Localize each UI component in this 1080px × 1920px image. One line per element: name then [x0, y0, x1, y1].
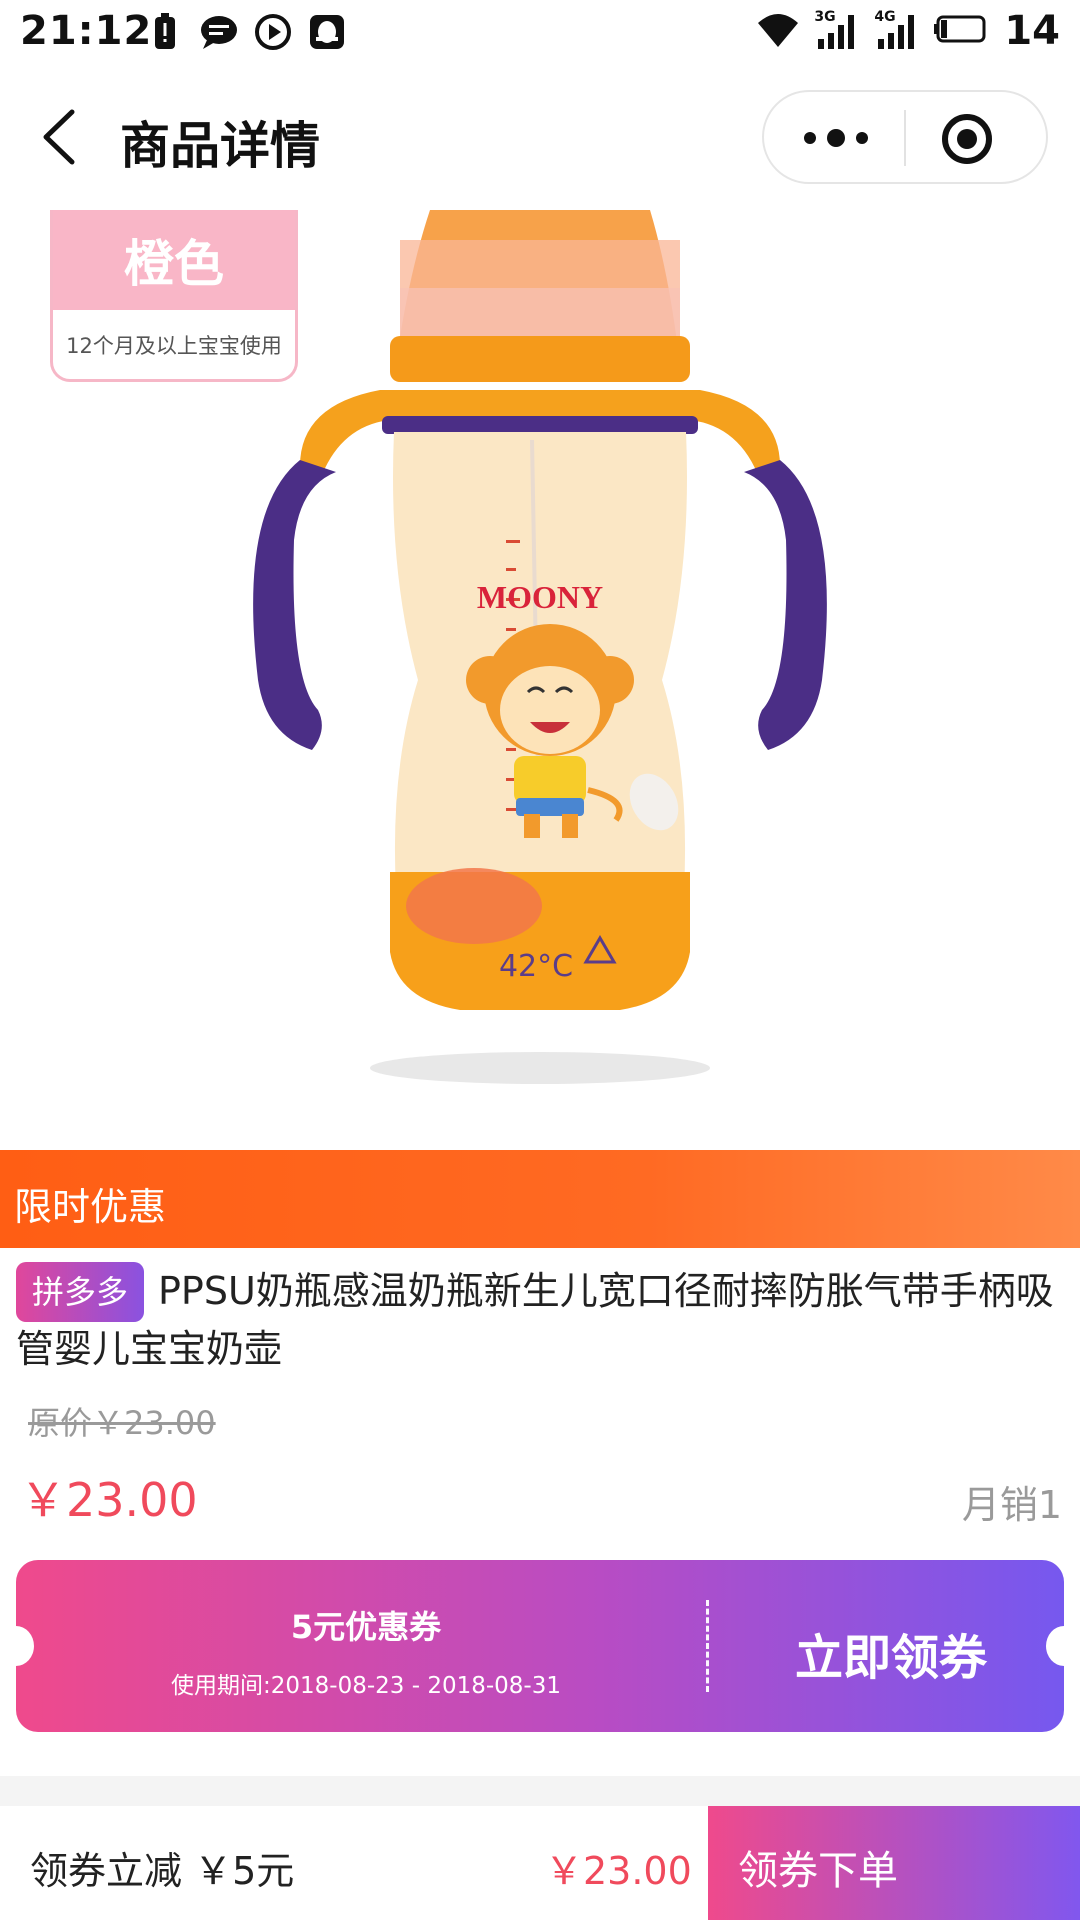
original-price: 原价￥23.00	[28, 1404, 216, 1442]
coupon-title: 5元优惠券	[290, 1608, 442, 1646]
signal-3g-icon: 3G	[814, 9, 860, 51]
status-bar: 21:12 3G 4G 14	[0, 0, 1080, 66]
flash-sale-label: 限时优惠	[14, 1185, 167, 1229]
wifi-icon	[756, 9, 800, 53]
system-icons: 3G 4G 14	[756, 8, 1060, 54]
play-icon	[253, 12, 293, 52]
claim-coupon-button[interactable]: 立即领券	[736, 1618, 1046, 1688]
bottom-price: ￥23.00	[545, 1849, 692, 1893]
qq-icon	[307, 12, 347, 52]
chevron-left-icon[interactable]	[36, 106, 86, 168]
product-image-carousel[interactable]: 橙色 12个月及以上宝宝使用 MOONY 42°C	[0, 210, 1080, 1140]
order-with-coupon-button[interactable]: 领券下单	[708, 1806, 1080, 1920]
baby-bottle-image: MOONY 42°C	[253, 210, 827, 1084]
capsule-divider	[904, 110, 906, 166]
coupon-period: 使用期间:2018-08-23 - 2018-08-31	[170, 1673, 561, 1699]
section-divider	[0, 1776, 1080, 1806]
platform-badge: 拼多多	[16, 1262, 144, 1322]
coupon-card[interactable]: 5元优惠券 使用期间:2018-08-23 - 2018-08-31 立即领券	[0, 1560, 1080, 1732]
monthly-sales: 月销1	[961, 1483, 1062, 1527]
mini-program-capsule	[762, 90, 1048, 184]
notification-icons	[145, 12, 347, 52]
flash-sale-banner: 限时优惠	[0, 1150, 1080, 1248]
battery-level: 14	[1004, 8, 1060, 54]
coupon-notch-right	[1046, 1626, 1080, 1666]
bottom-action-bar: 领券立减 ￥5元 ￥23.00 领券下单	[0, 1806, 1080, 1920]
temperature-label: 42°C	[499, 949, 573, 984]
brand-label: MOONY	[477, 579, 603, 615]
coupon-separator	[706, 1600, 709, 1692]
battery-icon	[934, 13, 990, 49]
coupon-discount-text: 领券立减 ￥5元	[30, 1849, 295, 1893]
more-dots-icon[interactable]	[800, 122, 872, 154]
product-title: PPSU奶瓶感温奶瓶新生儿宽口径耐摔防胀气带手柄吸管婴儿宝宝奶壶	[16, 1269, 1054, 1371]
signal-4g-icon: 4G	[874, 9, 920, 51]
status-time: 21:12	[20, 8, 153, 54]
page-title: 商品详情	[120, 117, 320, 175]
battery-alert-icon	[145, 12, 185, 52]
target-icon[interactable]	[940, 112, 994, 166]
nav-bar: 商品详情	[0, 66, 1080, 210]
chat-icon	[199, 12, 239, 52]
current-price: ￥23.00	[20, 1473, 198, 1527]
order-with-coupon-label: 领券下单	[738, 1848, 898, 1894]
